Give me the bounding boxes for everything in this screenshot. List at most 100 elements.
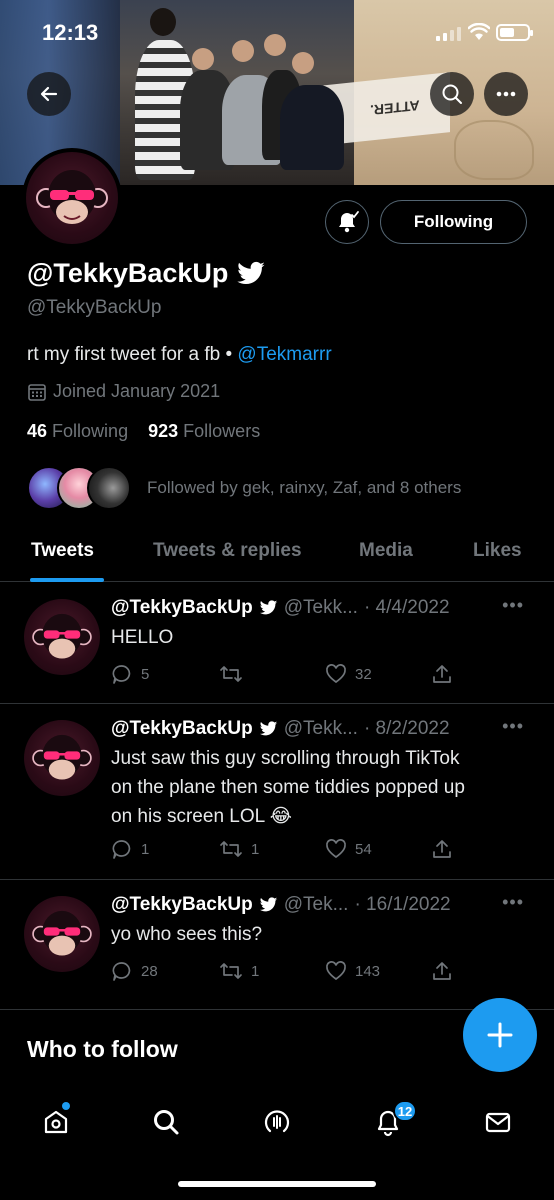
monkey-face-icon [32,734,92,780]
followers-count: 923 [148,421,179,441]
mail-icon [485,1112,511,1133]
back-button[interactable] [27,72,71,116]
nav-messages[interactable] [478,1102,518,1142]
plus-icon [487,1022,513,1048]
status-time: 12:13 [42,20,99,45]
heart-icon [326,839,346,859]
tweet-actions: 1 1 54 [111,838,471,862]
banner-person [280,85,344,170]
like-count: 143 [355,962,381,980]
following-stat[interactable]: 46 Following [27,421,128,441]
monkey-avatar-image [26,152,118,244]
tab-likes[interactable]: Likes [473,540,522,562]
tweet-text-line: yo who sees this? [111,924,263,945]
tweet-text-line: Just saw this guy scrolling through TikT… [111,748,460,769]
following-label: Following [52,421,129,441]
tweet[interactable]: @TekkyBackUp @Tek... · 16/1/2022 ••• yo … [0,880,554,1010]
share-button[interactable] [431,663,453,685]
joined-date: Joined January 2021 [27,381,220,402]
twitter-bird-icon [259,600,277,615]
heart-icon [326,961,346,981]
monkey-face-icon [32,910,92,956]
search-icon [442,84,462,104]
share-button[interactable] [431,960,453,982]
search-button[interactable] [430,72,474,116]
following-button[interactable]: Following [380,200,527,244]
notifications-toggle-button[interactable] [325,200,369,244]
tweet-header: @TekkyBackUp @Tekk... · 4/4/2022 [111,597,450,619]
nav-home[interactable] [36,1102,76,1142]
joined-text: Joined January 2021 [53,381,221,401]
tweet-more-button[interactable]: ••• [502,595,524,616]
monkey-face-icon [32,613,92,659]
more-dots-icon [496,91,516,97]
display-name-text: @TekkyBackUp [27,258,229,288]
profile-avatar[interactable] [22,148,122,248]
like-button[interactable]: 54 [325,838,372,860]
tweet-avatar[interactable] [24,720,100,796]
reply-button[interactable]: 1 [111,838,149,860]
tweet-author-name: @TekkyBackUp [111,597,253,618]
monkey-face-icon [36,170,108,224]
tweet-text: Just saw this guy scrolling through TikT… [111,744,531,831]
notifications-badge: 12 [393,1100,417,1122]
reply-icon [112,665,131,684]
like-button[interactable]: 32 [325,663,372,685]
tweet-text-line: HELLO [111,627,174,648]
followers-stat[interactable]: 923 Followers [148,421,260,441]
reply-button[interactable]: 28 [111,960,158,982]
bio-mention-link[interactable]: @Tekmarrr [237,344,331,365]
cellular-signal-icon [436,27,461,41]
tweet-text: yo who sees this? [111,920,531,949]
reply-count: 5 [141,665,150,683]
reply-icon [112,962,131,981]
like-button[interactable]: 143 [325,960,380,982]
compose-tweet-button[interactable] [463,998,537,1072]
more-options-button[interactable] [484,72,528,116]
reply-icon [112,840,131,859]
profile-bio: rt my first tweet for a fb • @Tekmarrr [27,344,332,366]
retweet-icon [220,963,242,979]
tab-tweets-replies[interactable]: Tweets & replies [153,540,302,562]
follow-stats: 46 Following 923 Followers [27,421,260,442]
twitter-bird-icon [259,721,277,736]
tweet-text-line: on the plane then some tiddies popped up [111,777,465,798]
battery-icon [496,24,533,41]
followed-by-row[interactable]: Followed by gek, rainxy, Zaf, and 8 othe… [27,466,461,510]
retweet-button[interactable] [219,663,251,685]
nav-search[interactable] [146,1102,186,1142]
tweet-author-name: @TekkyBackUp [111,894,253,915]
nav-spaces[interactable] [257,1102,297,1142]
home-indicator [178,1181,376,1187]
tweet-avatar[interactable] [24,896,100,972]
tab-tweets[interactable]: Tweets [31,540,94,562]
tweet-date: · 16/1/2022 [354,894,451,915]
tweet-header: @TekkyBackUp @Tekk... · 8/2/2022 [111,718,450,740]
tweet-avatar[interactable] [24,599,100,675]
retweet-button[interactable]: 1 [219,960,259,982]
tweet-more-button[interactable]: ••• [502,716,524,737]
share-icon [433,665,451,683]
twitter-bird-icon [259,897,277,912]
back-arrow-icon [40,86,58,102]
tweet[interactable]: @TekkyBackUp @Tekk... · 4/4/2022 ••• HEL… [0,583,554,704]
spaces-icon [264,1110,290,1133]
tweet-more-button[interactable]: ••• [502,892,524,913]
tweet[interactable]: @TekkyBackUp @Tekk... · 8/2/2022 ••• Jus… [0,704,554,880]
tweet-date: · 4/4/2022 [363,597,450,618]
wifi-icon [468,23,490,40]
calendar-icon [28,383,46,401]
followed-by-text: Followed by gek, rainxy, Zaf, and 8 othe… [147,478,462,497]
twitter-bird-icon [237,261,266,284]
tab-media[interactable]: Media [359,540,413,562]
retweet-button[interactable]: 1 [219,838,259,860]
tweet-actions: 28 1 143 [111,960,471,984]
reply-button[interactable]: 5 [111,663,149,685]
who-to-follow-heading: Who to follow [27,1036,178,1062]
tweet-actions: 5 32 [111,663,471,687]
share-button[interactable] [431,838,453,860]
home-icon [44,1110,68,1134]
banner-sign-text: ATTER. [370,97,420,119]
reply-count: 28 [141,962,158,980]
followers-label: Followers [183,421,261,441]
